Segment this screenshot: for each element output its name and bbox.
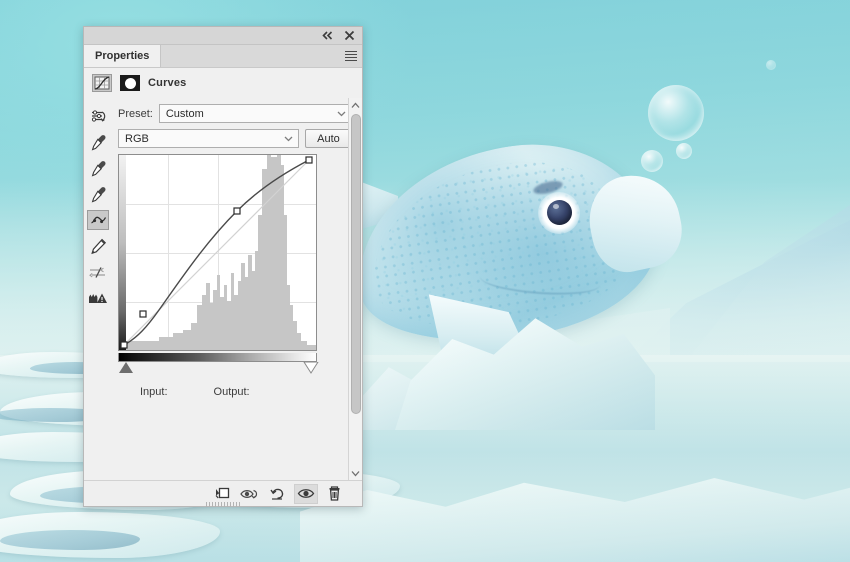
layer-mask-icon[interactable] (120, 75, 140, 91)
scroll-down-icon[interactable] (349, 466, 363, 480)
curves-graph-wrap: Input: Output: (118, 154, 352, 398)
curve-display-options-icon[interactable] (87, 288, 109, 308)
input-output-row: Input: Output: (118, 386, 352, 398)
scrollbar-track[interactable] (349, 112, 363, 466)
slider-handles[interactable] (118, 361, 319, 375)
auto-button[interactable]: Auto (305, 129, 352, 148)
bubble-small-left (641, 150, 663, 172)
edit-points-tool-icon[interactable] (87, 210, 109, 230)
view-previous-state-button[interactable] (238, 484, 262, 504)
scrollbar-thumb[interactable] (350, 114, 361, 414)
on-image-adjustment-tool-icon[interactable] (87, 106, 109, 126)
input-label: Input: (140, 386, 168, 398)
reset-button[interactable] (266, 484, 290, 504)
pencil-tool-icon[interactable] (87, 236, 109, 256)
ice-floe-shadow (0, 530, 140, 550)
curves-tool-column (84, 98, 112, 480)
collapse-icon[interactable] (321, 29, 334, 42)
panel-scrollbar[interactable] (348, 98, 362, 480)
resize-grip[interactable] (206, 502, 240, 507)
curves-graph[interactable] (118, 154, 317, 351)
channel-select[interactable]: RGB (118, 129, 299, 148)
tab-properties[interactable]: Properties (84, 45, 162, 67)
delete-button[interactable] (322, 484, 346, 504)
input-gradient-bar (118, 353, 317, 362)
adjustment-title: Curves (148, 77, 187, 89)
blackpoint-whitepoint-sliders (118, 361, 319, 375)
bubble-micro (766, 60, 776, 70)
bubble-small-right (676, 143, 692, 159)
tabstrip-filler (161, 45, 340, 67)
preset-row: Preset: Custom (118, 104, 352, 123)
curves-controls: Preset: Custom RGB Auto Input: Output: (112, 98, 362, 480)
panel-menu-icon[interactable] (340, 45, 362, 67)
channel-row: RGB Auto (118, 129, 352, 148)
properties-panel: Properties Curves Preset: Custom RGB Aut… (83, 26, 363, 507)
close-icon[interactable] (343, 29, 356, 42)
scroll-up-icon[interactable] (349, 98, 363, 112)
black-point-eyedropper-icon[interactable] (87, 132, 109, 152)
panel-footer (84, 480, 362, 507)
toggle-visibility-button[interactable] (294, 483, 318, 504)
gray-point-eyedropper-icon[interactable] (87, 158, 109, 178)
panel-titlebar (84, 27, 362, 45)
output-label: Output: (213, 386, 250, 398)
channel-value: RGB (125, 132, 149, 145)
preset-select[interactable]: Custom (158, 104, 352, 123)
preset-value: Custom (165, 107, 204, 120)
menu-lines (345, 49, 357, 63)
clip-to-layer-button[interactable] (210, 484, 234, 504)
white-point-eyedropper-icon[interactable] (87, 184, 109, 204)
creature-eye (547, 200, 572, 225)
curves-icon[interactable] (92, 74, 112, 92)
preset-label: Preset: (118, 107, 153, 120)
creature-eye-glint (553, 204, 559, 209)
chevron-down-icon (337, 111, 346, 117)
panel-body: Preset: Custom RGB Auto Input: Output: (84, 98, 362, 480)
curves-curve[interactable] (119, 155, 316, 350)
mask-dot (124, 77, 136, 89)
chevron-down-icon (284, 136, 293, 142)
adjustment-header: Curves (84, 68, 362, 98)
bubble-large (648, 85, 704, 141)
smooth-curve-icon[interactable] (87, 262, 109, 282)
panel-tabstrip: Properties (84, 45, 362, 68)
